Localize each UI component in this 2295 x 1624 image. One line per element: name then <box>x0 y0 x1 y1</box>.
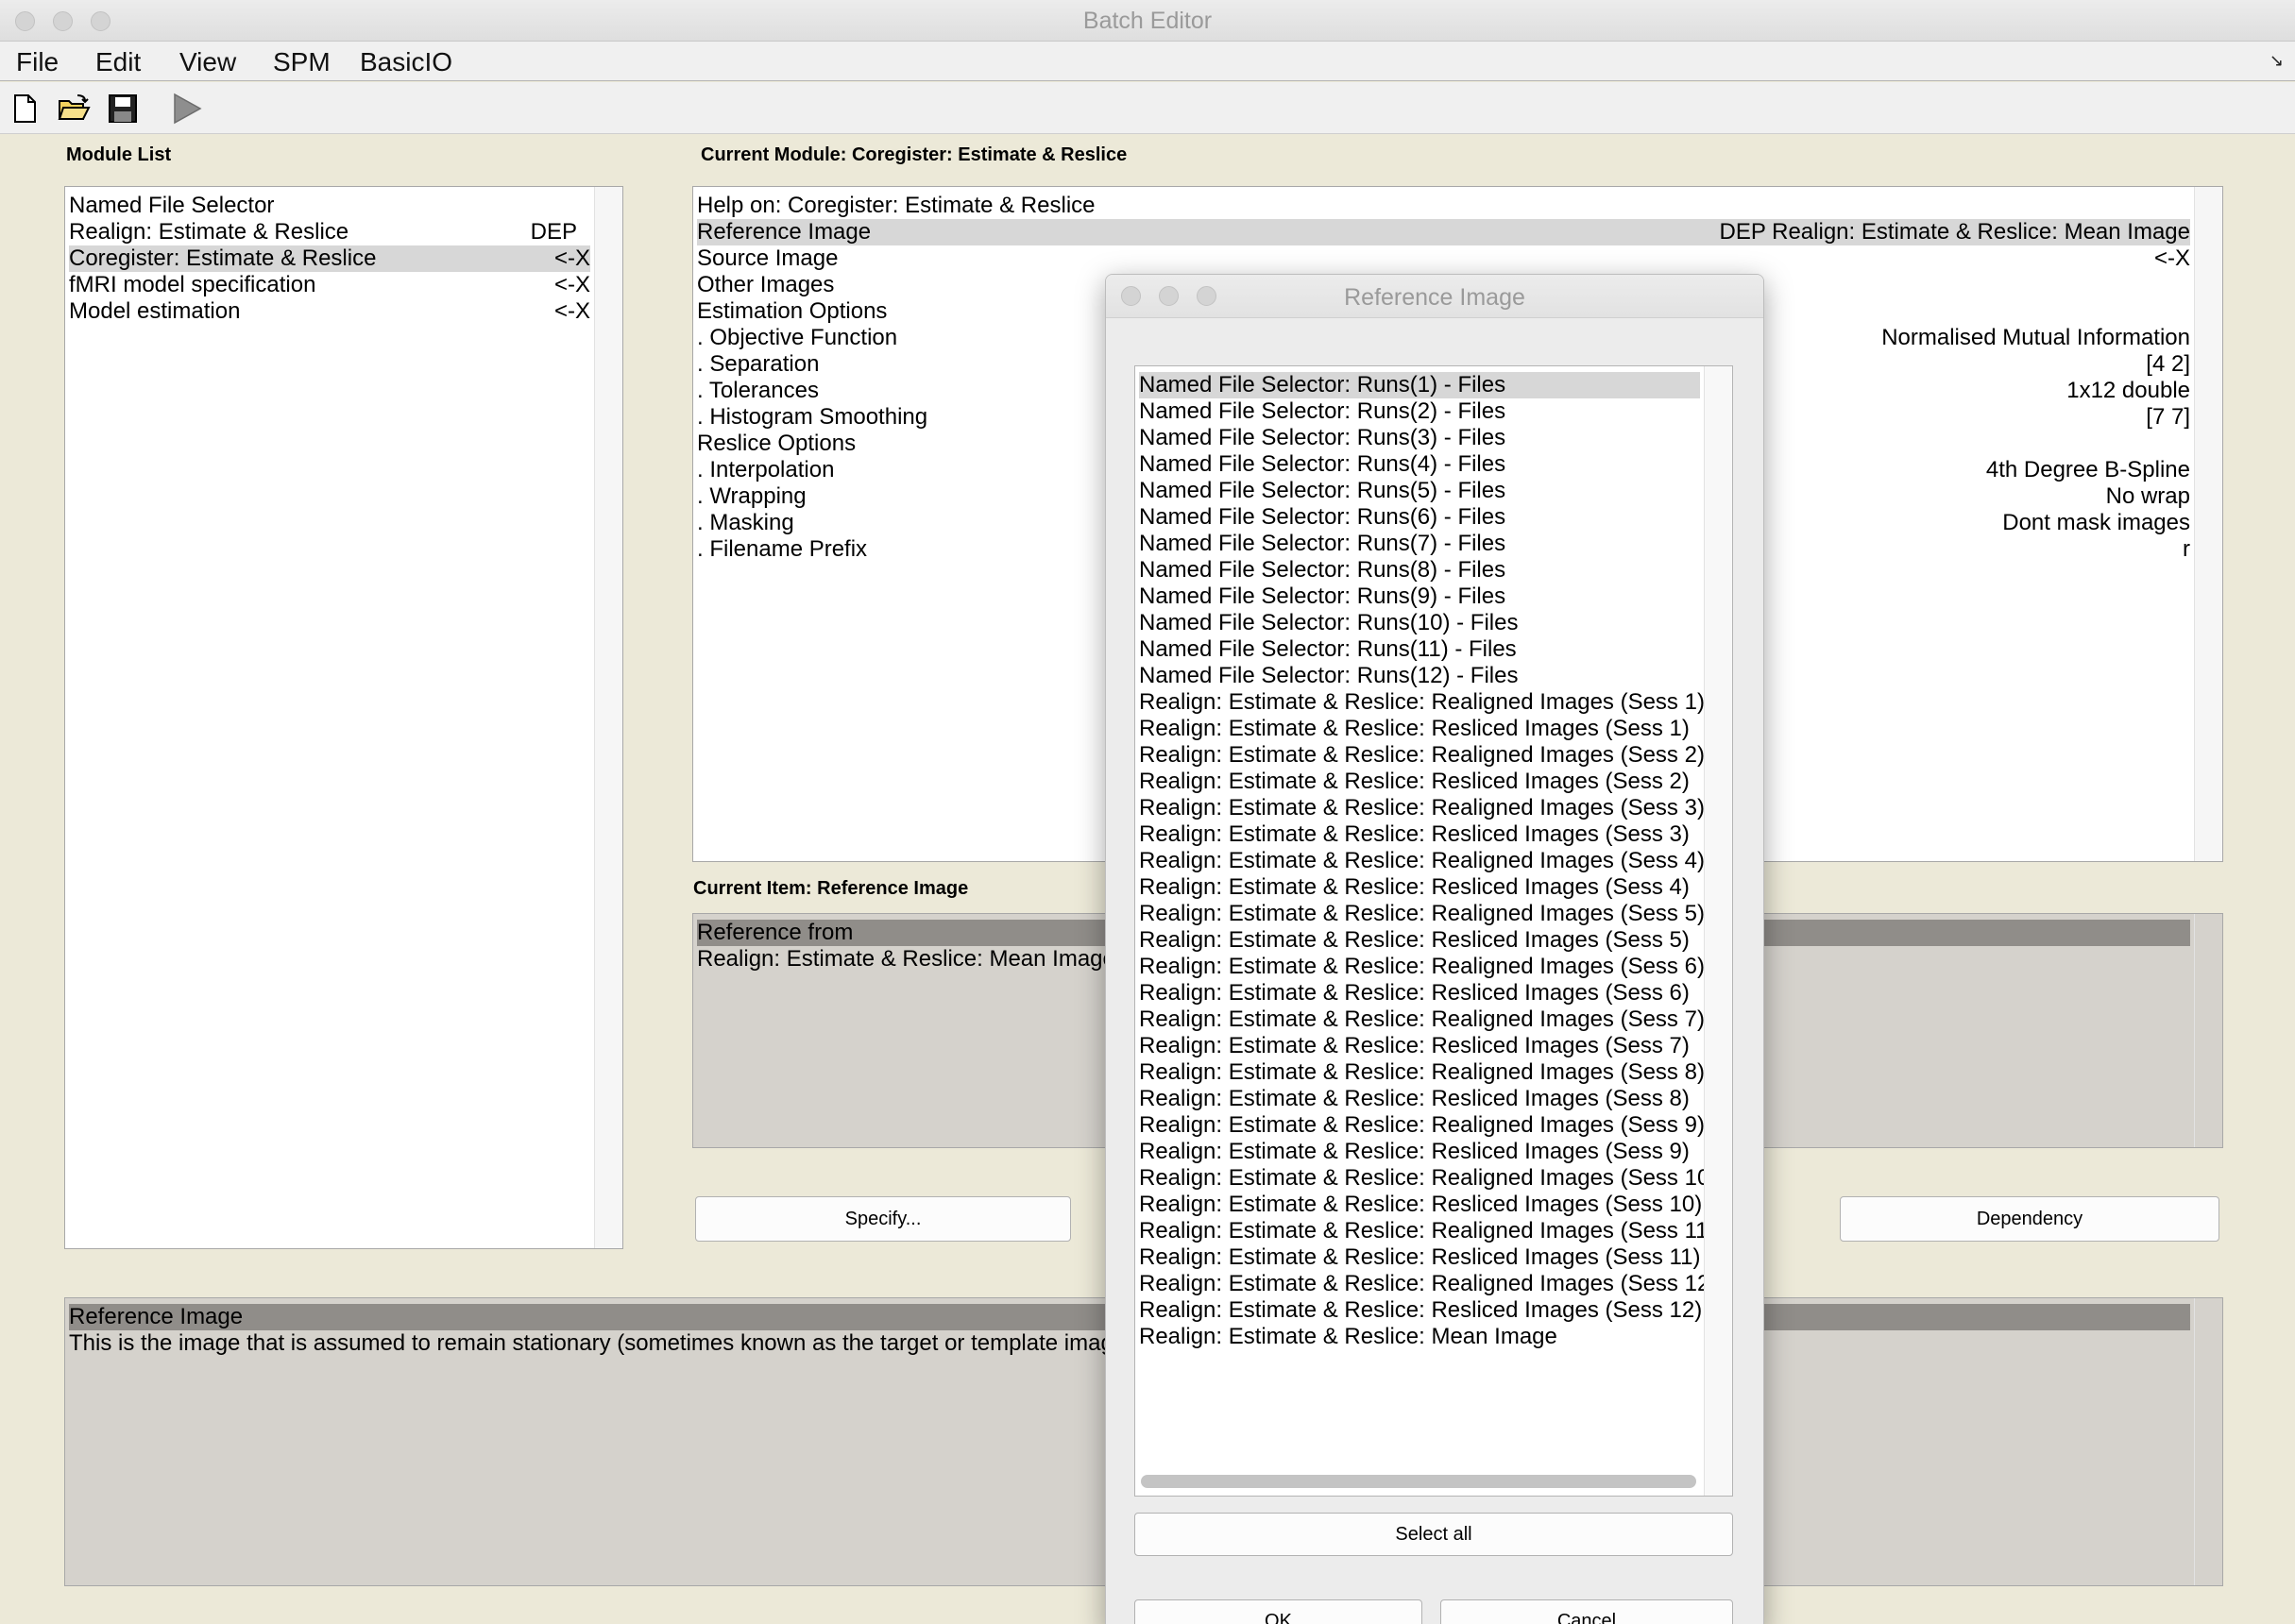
dialog-list-item[interactable]: Realign: Estimate & Reslice: Resliced Im… <box>1139 716 1700 742</box>
dialog-list-item[interactable]: Realign: Estimate & Reslice: Resliced Im… <box>1139 1033 1700 1059</box>
dialog-list-item[interactable]: Realign: Estimate & Reslice: Realigned I… <box>1139 901 1705 927</box>
toolbar <box>0 82 2295 134</box>
dialog-list-item[interactable]: Realign: Estimate & Reslice: Resliced Im… <box>1139 1192 1702 1218</box>
dialog-list-item[interactable]: Named File Selector: Runs(8) - Files <box>1139 557 1700 584</box>
dialog-list-item[interactable]: Named File Selector: Runs(3) - Files <box>1139 425 1700 451</box>
dialog-list-item[interactable]: Realign: Estimate & Reslice: Resliced Im… <box>1139 769 1700 795</box>
dialog-list-item[interactable]: Named File Selector: Runs(2) - Files <box>1139 398 1700 425</box>
dialog-list-item[interactable]: Realign: Estimate & Reslice: Realigned I… <box>1139 742 1705 769</box>
menu-spm[interactable]: SPM <box>273 47 331 77</box>
dialog-list-item[interactable]: Realign: Estimate & Reslice: Resliced Im… <box>1139 927 1700 954</box>
select-all-button[interactable]: Select all <box>1134 1513 1733 1556</box>
reference-image-dialog: Reference Image Named File Selector: Run… <box>1105 274 1764 1624</box>
dialog-list-item[interactable]: Realign: Estimate & Reslice: Resliced Im… <box>1139 821 1700 848</box>
dialog-list-item[interactable]: Realign: Estimate & Reslice: Realigned I… <box>1139 1165 1717 1192</box>
dialog-list-item[interactable]: Realign: Estimate & Reslice: Resliced Im… <box>1139 980 1700 1007</box>
window-titlebar: Batch Editor <box>0 0 2295 42</box>
help-scrollbar[interactable] <box>2194 1298 2222 1585</box>
dialog-list-item[interactable]: Named File Selector: Runs(11) - Files <box>1139 636 1700 663</box>
module-item-realign[interactable]: Realign: Estimate & Reslice DEP <box>69 219 590 245</box>
window-title: Batch Editor <box>1082 8 1213 34</box>
module-item-coregister[interactable]: Coregister: Estimate & Reslice <-X <box>69 245 590 272</box>
menu-bar: File Edit View SPM BasicIO ↘ <box>0 42 2295 81</box>
dialog-list-item[interactable]: Realign: Estimate & Reslice: Mean Image <box>1139 1324 1700 1350</box>
dialog-list-item[interactable]: Named File Selector: Runs(9) - Files <box>1139 584 1700 610</box>
module-list-scrollbar[interactable] <box>594 187 622 1248</box>
specify-button[interactable]: Specify... <box>695 1196 1071 1242</box>
dialog-list-item[interactable]: Realign: Estimate & Reslice: Resliced Im… <box>1139 1139 1700 1165</box>
current-item-label: Current Item: Reference Image <box>693 878 969 899</box>
dialog-list-item[interactable]: Realign: Estimate & Reslice: Resliced Im… <box>1139 874 1700 901</box>
current-module-scrollbar[interactable] <box>2194 187 2222 861</box>
current-item-scrollbar[interactable] <box>2194 914 2222 1147</box>
dependency-source-list[interactable]: Named File Selector: Runs(1) - Files Name… <box>1134 365 1733 1497</box>
module-item-fmri-model-spec[interactable]: fMRI model specification <-X <box>69 272 590 298</box>
module-item-model-estimation[interactable]: Model estimation <-X <box>69 298 590 325</box>
open-folder-icon[interactable] <box>57 92 91 126</box>
dialog-list-item[interactable]: Realign: Estimate & Reslice: Resliced Im… <box>1139 1086 1700 1112</box>
module-list-label: Module List <box>66 144 172 165</box>
cancel-button[interactable]: Cancel <box>1440 1599 1733 1624</box>
dialog-list-item[interactable]: Named File Selector: Runs(5) - Files <box>1139 478 1700 504</box>
dialog-list-item[interactable]: Named File Selector: Runs(12) - Files <box>1139 663 1700 689</box>
module-option-source-image[interactable]: Source Image <-X <box>697 245 2190 272</box>
new-file-icon[interactable] <box>8 92 42 126</box>
module-item-named-file-selector[interactable]: Named File Selector <box>69 193 590 219</box>
menu-view[interactable]: View <box>179 47 236 77</box>
current-module-label: Current Module: Coregister: Estimate & R… <box>701 144 1128 165</box>
dialog-list-item[interactable]: Named File Selector: Runs(10) - Files <box>1139 610 1700 636</box>
menu-edit[interactable]: Edit <box>95 47 141 77</box>
dialog-list-item[interactable]: Realign: Estimate & Reslice: Realigned I… <box>1139 1271 1717 1297</box>
resize-arrow-icon[interactable]: ↘ <box>2270 51 2284 71</box>
dialog-titlebar: Reference Image <box>1106 275 1763 318</box>
module-list[interactable]: Named File Selector Realign: Estimate & … <box>64 186 623 1249</box>
dialog-list-item[interactable]: Realign: Estimate & Reslice: Realigned I… <box>1139 954 1705 980</box>
dialog-list-vscrollbar[interactable] <box>1704 366 1732 1496</box>
module-option-help[interactable]: Help on: Coregister: Estimate & Reslice <box>697 193 2190 219</box>
dialog-list-item[interactable]: Named File Selector: Runs(7) - Files <box>1139 531 1700 557</box>
module-option-reference-image[interactable]: Reference Image DEP Realign: Estimate & R… <box>697 219 2190 245</box>
dialog-title: Reference Image <box>1344 284 1525 311</box>
dialog-list-item[interactable]: Realign: Estimate & Reslice: Realigned I… <box>1139 795 1705 821</box>
menu-basicio[interactable]: BasicIO <box>360 47 452 77</box>
dialog-list-item[interactable]: Realign: Estimate & Reslice: Resliced Im… <box>1139 1297 1702 1324</box>
dialog-list-item[interactable]: Realign: Estimate & Reslice: Realigned I… <box>1139 689 1705 716</box>
run-play-icon[interactable] <box>170 92 204 126</box>
dialog-list-item[interactable]: Realign: Estimate & Reslice: Resliced Im… <box>1139 1244 1700 1271</box>
dialog-list-hscrollbar[interactable] <box>1141 1475 1696 1488</box>
dialog-list-item[interactable]: Realign: Estimate & Reslice: Realigned I… <box>1139 1218 1716 1244</box>
menu-file[interactable]: File <box>16 47 59 77</box>
dialog-list-item[interactable]: Realign: Estimate & Reslice: Realigned I… <box>1139 848 1705 874</box>
dependency-button[interactable]: Dependency <box>1840 1196 2219 1242</box>
dialog-list-item[interactable]: Realign: Estimate & Reslice: Realigned I… <box>1139 1112 1705 1139</box>
dialog-list-item[interactable]: Realign: Estimate & Reslice: Realigned I… <box>1139 1007 1705 1033</box>
save-disk-icon[interactable] <box>106 92 140 126</box>
dialog-list-item[interactable]: Realign: Estimate & Reslice: Realigned I… <box>1139 1059 1705 1086</box>
dialog-list-item[interactable]: Named File Selector: Runs(1) - Files <box>1139 372 1700 398</box>
ok-button[interactable]: OK <box>1134 1599 1422 1624</box>
dialog-list-item[interactable]: Named File Selector: Runs(6) - Files <box>1139 504 1700 531</box>
dialog-list-item[interactable]: Named File Selector: Runs(4) - Files <box>1139 451 1700 478</box>
